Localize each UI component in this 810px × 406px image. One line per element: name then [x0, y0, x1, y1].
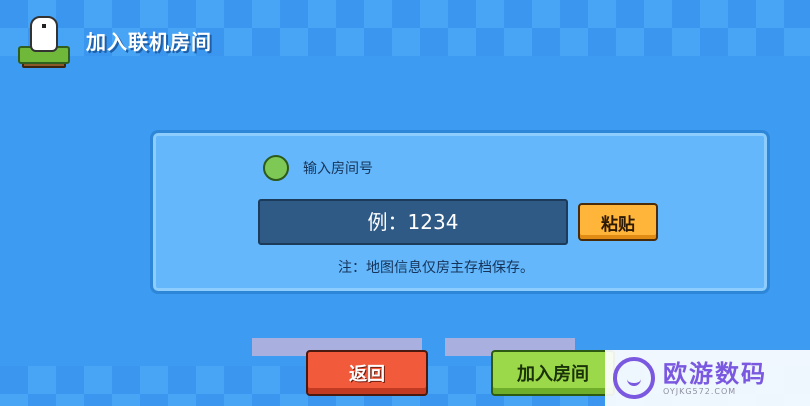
join-room-button[interactable]: 加入房间	[491, 350, 615, 396]
room-code-input[interactable]	[258, 199, 568, 245]
watermark-logo-icon	[613, 357, 655, 399]
green-dot-icon	[263, 155, 289, 181]
room-code-label-row: 输入房间号	[263, 155, 373, 181]
back-button[interactable]: 返回	[306, 350, 428, 396]
header: 加入联机房间	[14, 12, 212, 68]
watermark-url: OYJKG572.COM	[663, 386, 737, 396]
paste-button[interactable]: 粘贴	[578, 203, 658, 241]
room-code-panel: 输入房间号 粘贴 注：地图信息仅房主存档保存。	[150, 130, 770, 294]
watermark-title: 欧游数码	[663, 359, 767, 388]
watermark: 欧游数码 OYJKG572.COM	[605, 350, 810, 406]
dinosaur-grass-icon	[14, 12, 70, 68]
save-note: 注：地图信息仅房主存档保存。	[338, 260, 534, 276]
room-code-label: 输入房间号	[303, 161, 373, 177]
page-title: 加入联机房间	[86, 29, 212, 54]
